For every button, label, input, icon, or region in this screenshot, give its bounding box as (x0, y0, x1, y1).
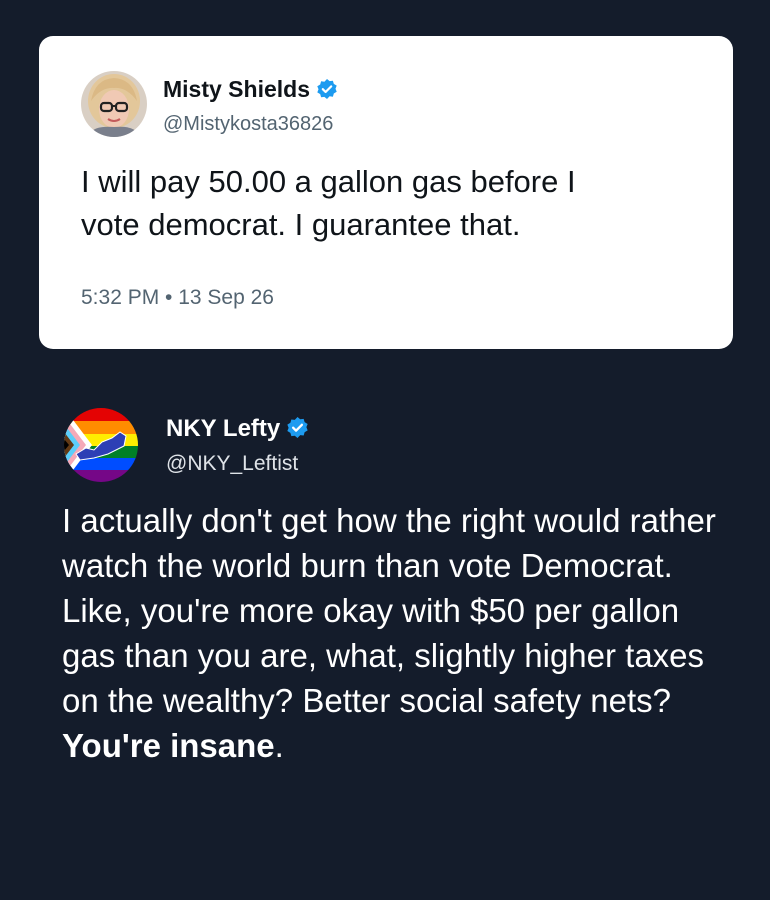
tweet-text-main: I actually don't get how the right would… (62, 502, 716, 719)
author-name[interactable]: Misty Shields (163, 76, 338, 103)
verified-badge-icon (287, 417, 308, 438)
tweet-text-bold: You're insane (62, 727, 275, 764)
author-handle[interactable]: @Mistykosta36826 (163, 113, 333, 136)
quoted-tweet-card[interactable]: Misty Shields @Mistykosta36826 I will pa… (39, 36, 733, 349)
tweet-timestamp[interactable]: 5:32 PM • 13 Sep 26 (81, 286, 274, 310)
avatar[interactable] (81, 71, 147, 137)
verified-badge-icon (317, 79, 337, 99)
author-name[interactable]: NKY Lefty (166, 415, 309, 443)
tweet-text-end: . (274, 727, 284, 764)
tweet-text: I actually don't get how the right would… (62, 498, 722, 768)
tweet-text: I will pay 50.00 a gallon gas before I v… (81, 164, 576, 242)
author-handle[interactable]: @NKY_Leftist (166, 452, 298, 476)
avatar[interactable] (64, 408, 138, 482)
